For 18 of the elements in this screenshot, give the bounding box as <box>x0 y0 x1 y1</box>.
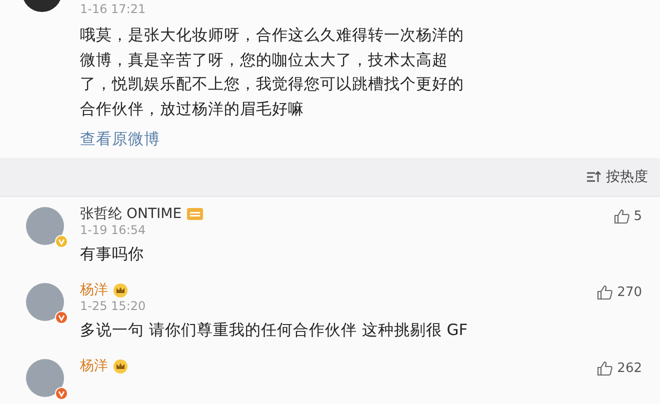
user-name[interactable]: 杨洋 <box>80 357 108 375</box>
comment-text: 多说一句 请你们尊重我的任何合作伙伴 这种挑剔很 GF <box>80 320 469 341</box>
like-count: 270 <box>617 285 642 300</box>
like-count: 5 <box>634 209 642 224</box>
like-count: 262 <box>617 361 642 376</box>
comment-text: 有事吗你 <box>80 244 145 265</box>
sort-icon <box>586 171 602 183</box>
user-name[interactable]: 张哲纶 ONTIME <box>80 205 182 223</box>
thumbs-up-icon[interactable] <box>597 361 614 376</box>
user-name[interactable]: 杨洋 <box>80 281 108 299</box>
post-date: 1-16 17:21 <box>80 2 147 17</box>
post-text: 哦莫，是张大化妆师呀，合作这么久难得转一次杨洋的 微博，真是辛苦了呀，您的咖位太大了，技术太高超 了，悦凯娱乐配不上您，我觉得您可以跳槽找个更好的 合作伙伴，放过杨洋的眉毛好嘛 <box>80 25 465 120</box>
view-original-link[interactable]: 查看原微博 <box>80 129 160 150</box>
thumbs-up-icon[interactable] <box>597 285 614 300</box>
thumbs-up-icon[interactable] <box>614 209 630 224</box>
comment-date: 1-19 16:54 <box>80 223 147 238</box>
comment-date: 1-25 15:20 <box>80 299 147 314</box>
sort-button[interactable]: 按热度 <box>606 168 648 186</box>
